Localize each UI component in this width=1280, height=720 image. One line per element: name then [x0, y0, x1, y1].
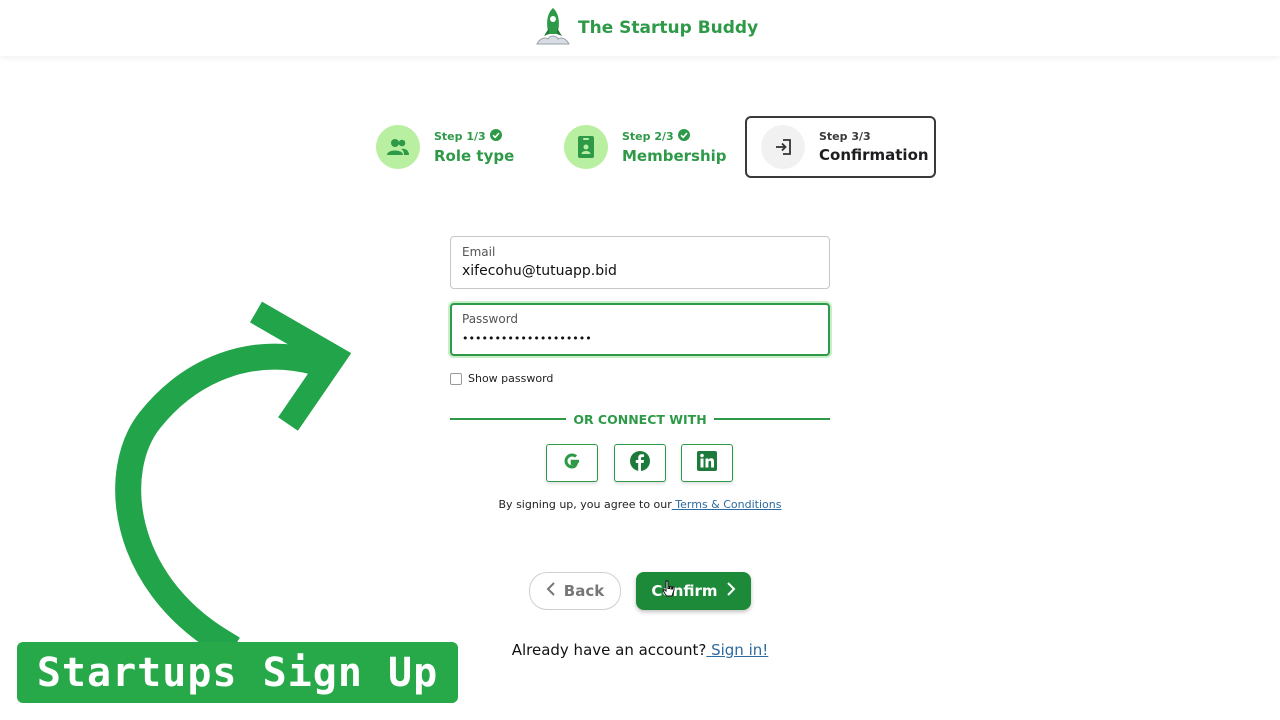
banner-text: Startups Sign Up [36, 649, 439, 696]
mouse-cursor-icon [662, 580, 676, 602]
curved-arrow-annotation [115, 301, 352, 660]
title-banner: Startups Sign Up [17, 642, 458, 703]
